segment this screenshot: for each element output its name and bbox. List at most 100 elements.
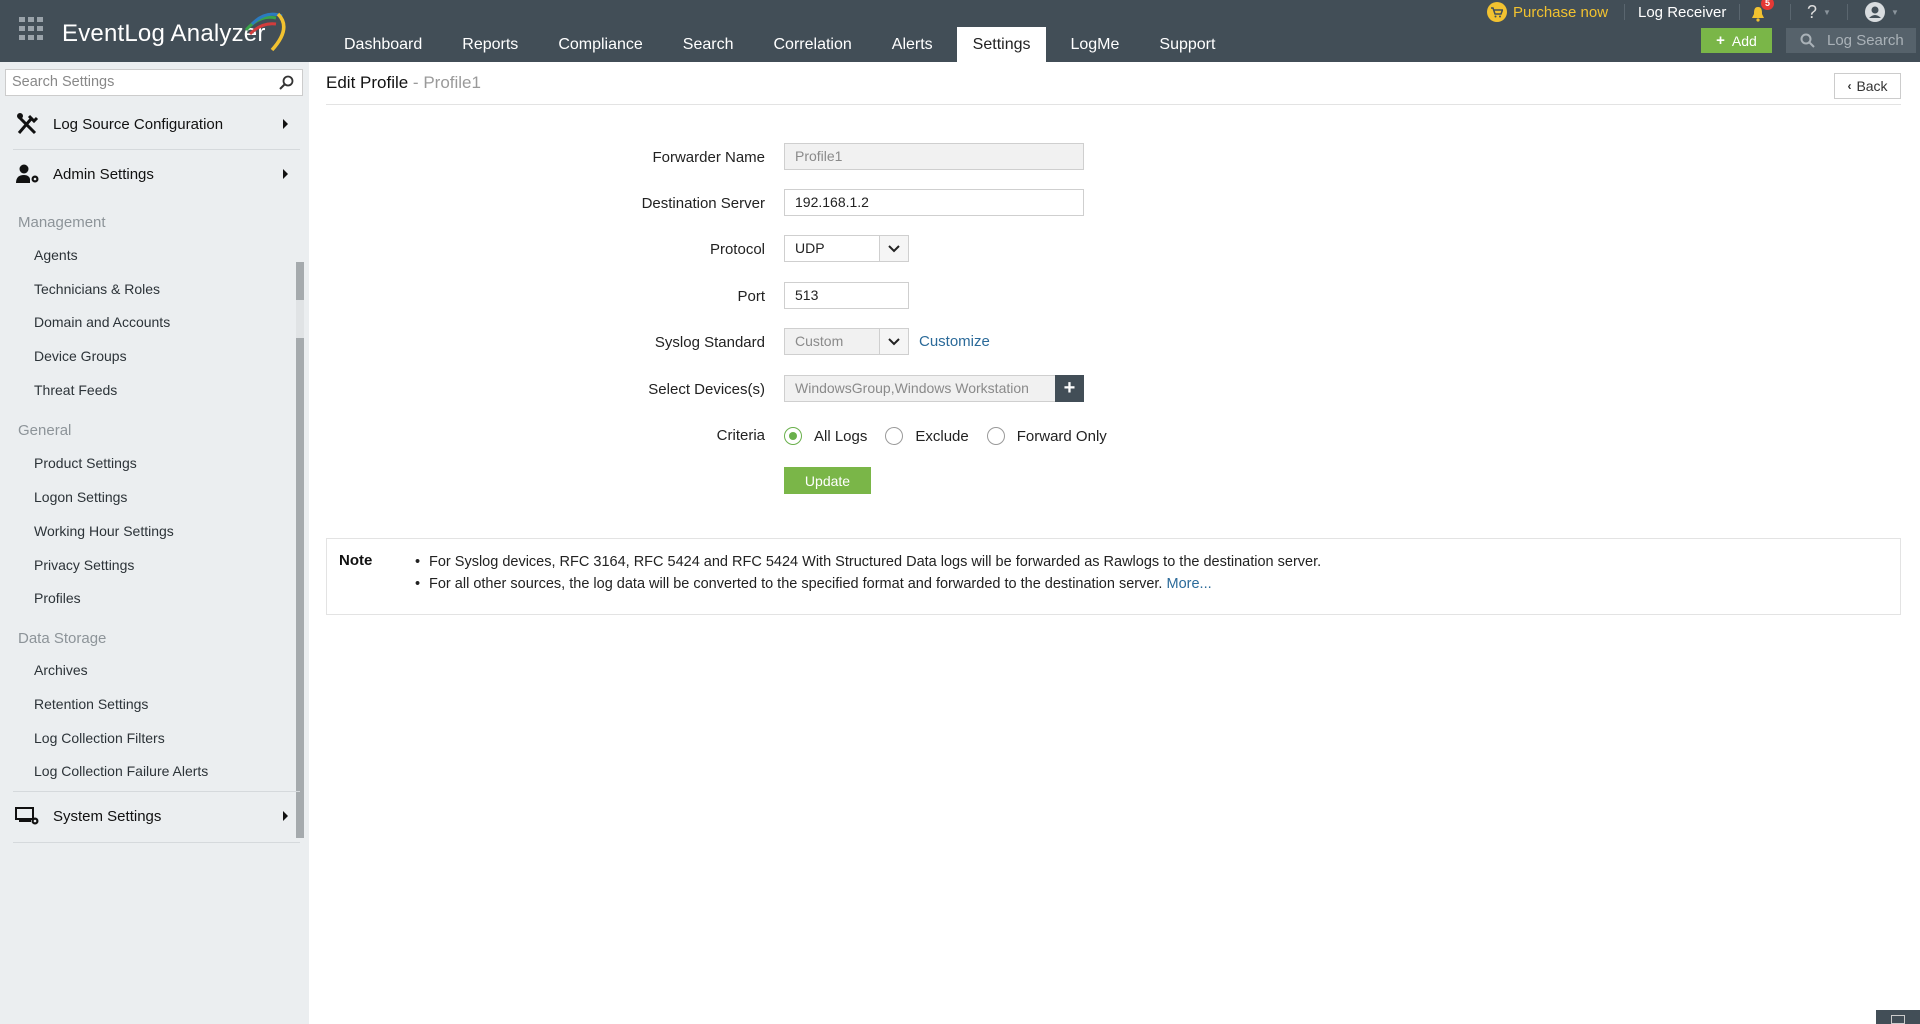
sidebar-item-privacy-settings[interactable]: Privacy Settings xyxy=(34,557,134,573)
plus-icon: + xyxy=(1063,377,1076,399)
help-menu[interactable]: ? ▼ xyxy=(1807,0,1831,24)
sidebar-item-technicians-roles[interactable]: Technicians & Roles xyxy=(34,281,160,297)
add-devices-button[interactable]: + xyxy=(1055,375,1084,402)
protocol-select[interactable]: UDP xyxy=(784,235,909,262)
sidebar-group-system-settings[interactable]: System Settings xyxy=(13,792,296,840)
nav-support[interactable]: Support xyxy=(1143,27,1231,62)
header-divider xyxy=(1790,4,1791,20)
note-label: Note xyxy=(339,552,373,569)
note-list: For Syslog devices, RFC 3164, RFC 5424 a… xyxy=(415,551,1321,595)
log-receiver-link[interactable]: Log Receiver xyxy=(1638,0,1726,24)
radio-forward-only-label[interactable]: Forward Only xyxy=(1017,428,1107,445)
header-divider xyxy=(1847,4,1848,20)
destination-server-label: Destination Server xyxy=(641,195,765,212)
page-title-main: Edit Profile xyxy=(326,73,409,92)
customize-link[interactable]: Customize xyxy=(919,333,990,350)
back-button[interactable]: ‹ Back xyxy=(1834,73,1901,99)
header-divider xyxy=(1739,4,1740,20)
add-label: Add xyxy=(1731,32,1757,49)
sidebar-scrollbar-thumb[interactable] xyxy=(296,262,304,300)
help-icon: ? xyxy=(1807,1,1818,22)
app-logo-text: EventLog Analyzer xyxy=(62,20,266,47)
select-devices-field[interactable]: WindowsGroup,Windows Workstation xyxy=(784,375,1056,402)
sidebar-item-archives[interactable]: Archives xyxy=(34,662,88,678)
nav-dashboard[interactable]: Dashboard xyxy=(328,27,438,62)
notifications-button[interactable]: 5 xyxy=(1751,0,1775,24)
syslog-standard-select[interactable]: Custom xyxy=(784,328,909,355)
nav-reports[interactable]: Reports xyxy=(446,27,534,62)
sidebar-item-log-collection-filters[interactable]: Log Collection Filters xyxy=(34,730,165,746)
protocol-label: Protocol xyxy=(709,241,765,258)
plus-icon: + xyxy=(1716,32,1725,49)
page-title-profile-name: Profile1 xyxy=(423,73,481,92)
sidebar-item-device-groups[interactable]: Device Groups xyxy=(34,348,127,364)
nav-search[interactable]: Search xyxy=(667,27,750,62)
caret-right-icon xyxy=(283,119,288,129)
logo-arc-icon xyxy=(244,12,286,52)
radio-all-logs[interactable] xyxy=(784,427,802,445)
purchase-now-link[interactable]: Purchase now xyxy=(1487,0,1608,24)
chat-icon xyxy=(1891,1015,1905,1024)
chevron-down-icon xyxy=(879,329,908,354)
radio-forward-only[interactable] xyxy=(986,427,1005,445)
more-link[interactable]: More... xyxy=(1167,576,1212,592)
search-settings-input[interactable]: Search Settings xyxy=(5,69,303,96)
sidebar-item-profiles[interactable]: Profiles xyxy=(34,590,81,606)
sidebar-section-title: General xyxy=(18,422,72,439)
tools-icon xyxy=(13,113,43,135)
admin-gear-icon xyxy=(13,164,43,184)
nav-compliance[interactable]: Compliance xyxy=(542,27,658,62)
syslog-standard-label: Syslog Standard xyxy=(654,334,765,351)
sidebar-item-logon-settings[interactable]: Logon Settings xyxy=(34,489,127,505)
sidebar-item-threat-feeds[interactable]: Threat Feeds xyxy=(34,382,117,398)
radio-all-logs-label[interactable]: All Logs xyxy=(814,428,867,445)
sidebar-item-log-collection-failure-alerts[interactable]: Log Collection Failure Alerts xyxy=(34,763,208,779)
user-menu[interactable]: ▼ xyxy=(1865,0,1899,24)
app-grid-icon[interactable] xyxy=(19,17,43,41)
caret-right-icon xyxy=(283,811,288,821)
add-button[interactable]: + Add xyxy=(1701,28,1772,53)
notification-count-badge: 5 xyxy=(1761,0,1774,10)
sidebar-section-title: Data Storage xyxy=(18,630,107,647)
nav-settings[interactable]: Settings xyxy=(956,27,1047,62)
log-search-input[interactable]: Log Search xyxy=(1786,28,1916,53)
settings-sidebar: Search Settings Log Source Configuration… xyxy=(0,62,309,1024)
note-item: For all other sources, the log data will… xyxy=(415,573,1321,595)
port-label: Port xyxy=(737,288,765,305)
select-devices-label: Select Devices(s) xyxy=(648,381,765,398)
search-icon[interactable] xyxy=(279,75,294,90)
chat-button[interactable] xyxy=(1876,1010,1920,1024)
port-field[interactable]: 513 xyxy=(784,282,909,309)
sidebar-item-domain-accounts[interactable]: Domain and Accounts xyxy=(34,314,170,330)
forwarder-name-field[interactable]: Profile1 xyxy=(784,143,1084,170)
user-avatar-icon xyxy=(1865,2,1885,22)
note-box: Note For Syslog devices, RFC 3164, RFC 5… xyxy=(326,538,1901,615)
nav-logme[interactable]: LogMe xyxy=(1054,27,1135,62)
sidebar-item-agents[interactable]: Agents xyxy=(34,247,78,263)
sidebar-item-retention-settings[interactable]: Retention Settings xyxy=(34,696,148,712)
sidebar-item-working-hour-settings[interactable]: Working Hour Settings xyxy=(34,523,174,539)
purchase-now-label: Purchase now xyxy=(1513,3,1609,21)
caret-right-icon xyxy=(283,169,288,179)
nav-correlation[interactable]: Correlation xyxy=(758,27,868,62)
radio-exclude-label[interactable]: Exclude xyxy=(915,428,968,445)
radio-exclude[interactable] xyxy=(885,427,904,445)
sidebar-group-log-source-configuration[interactable]: Log Source Configuration xyxy=(13,100,296,148)
cart-icon xyxy=(1487,2,1507,22)
sidebar-scrollbar-thumb[interactable] xyxy=(296,338,304,838)
monitor-gear-icon xyxy=(13,806,43,826)
log-search-placeholder: Log Search xyxy=(1827,32,1904,49)
main-nav: Dashboard Reports Compliance Search Corr… xyxy=(328,27,1239,62)
caret-down-icon: ▼ xyxy=(1823,7,1831,17)
nav-alerts[interactable]: Alerts xyxy=(876,27,949,62)
sidebar-group-label: Log Source Configuration xyxy=(53,115,224,133)
sidebar-item-product-settings[interactable]: Product Settings xyxy=(34,455,137,471)
search-settings-placeholder: Search Settings xyxy=(12,74,115,90)
top-header: EventLog Analyzer Dashboard Reports Comp… xyxy=(0,0,1920,62)
destination-server-field[interactable]: 192.168.1.2 xyxy=(784,189,1084,216)
sidebar-group-label: System Settings xyxy=(53,807,162,825)
sidebar-group-admin-settings[interactable]: Admin Settings xyxy=(13,150,296,198)
syslog-standard-value: Custom xyxy=(795,333,844,349)
update-button[interactable]: Update xyxy=(784,467,871,494)
header-divider xyxy=(1624,4,1625,20)
